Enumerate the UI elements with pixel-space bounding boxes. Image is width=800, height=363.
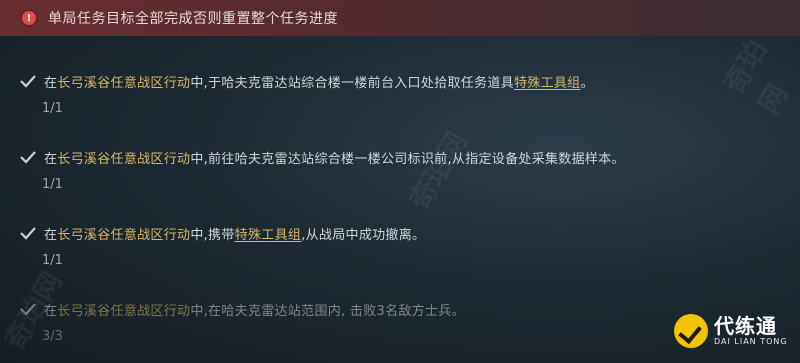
task-item-link[interactable]: 特殊工具组 — [235, 228, 302, 243]
task-location: 长弓溪谷任意战区行动 — [57, 75, 191, 91]
logo-subtitle: DAI LIAN TONG — [714, 337, 788, 346]
alert-icon: ! — [22, 11, 36, 25]
check-icon — [18, 73, 38, 89]
task-progress: 1/1 — [42, 101, 63, 116]
task-warning-banner: ! 单局任务目标全部完成否则重置整个任务进度 — [0, 0, 800, 36]
task-description: 在长弓溪谷任意战区行动中,前往哈夫克雷达站综合楼一楼公司标识前,从指定设备处采集… — [44, 151, 625, 167]
check-icon — [18, 225, 38, 241]
task-progress: 1/1 — [42, 177, 63, 192]
task-location: 长弓溪谷任意战区行动 — [57, 151, 191, 167]
task-location: 长弓溪谷任意战区行动 — [57, 303, 191, 319]
task-location: 长弓溪谷任意战区行动 — [57, 227, 191, 243]
task-description: 在长弓溪谷任意战区行动中,在哈夫克雷达站范围内, 击败3名敌方士兵。 — [44, 303, 465, 319]
task-description: 在长弓溪谷任意战区行动中,于哈夫克雷达站综合楼一楼前台入口处拾取任务道具特殊工具… — [44, 75, 594, 91]
task-description: 在长弓溪谷任意战区行动中,携带特殊工具组,从战局中成功撤离。 — [44, 227, 426, 243]
logo-mark-icon — [674, 314, 708, 348]
task-item: 在长弓溪谷任意战区行动中,于哈夫克雷达站综合楼一楼前台入口处拾取任务道具特殊工具… — [0, 70, 800, 116]
task-item: 在长弓溪谷任意战区行动中,携带特殊工具组,从战局中成功撤离。 1/1 — [0, 222, 800, 268]
task-progress: 1/1 — [42, 253, 63, 268]
check-icon — [18, 149, 38, 165]
check-icon — [18, 301, 38, 317]
logo-title: 代练通 — [714, 314, 777, 338]
task-item-link[interactable]: 特殊工具组 — [514, 76, 581, 91]
task-item: 在长弓溪谷任意战区行动中,前往哈夫克雷达站综合楼一楼公司标识前,从指定设备处采集… — [0, 146, 800, 192]
site-logo: 代练通 DAI LIAN TONG — [674, 307, 792, 355]
warning-text: 单局任务目标全部完成否则重置整个任务进度 — [48, 11, 338, 27]
